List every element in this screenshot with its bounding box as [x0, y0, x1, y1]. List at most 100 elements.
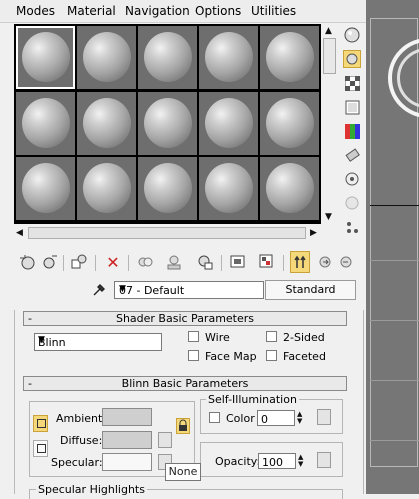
opacity-label: Opacity: [215, 455, 261, 468]
wire-checkbox[interactable] [188, 331, 199, 342]
sample-type-sphere-icon[interactable] [343, 26, 361, 44]
go-to-sibling-icon[interactable] [337, 253, 355, 271]
diffuse-label: Diffuse: [60, 434, 103, 447]
ambient-color-swatch[interactable] [102, 408, 152, 426]
chevron-down-icon[interactable]: ▼ [119, 284, 260, 294]
toolbar-separator [95, 255, 96, 271]
toolbar-separator [221, 255, 222, 271]
shader-basic-rollout-header[interactable]: - Shader Basic Parameters [23, 311, 347, 326]
material-id-channel-icon[interactable] [196, 253, 214, 271]
sample-sphere [144, 97, 192, 148]
put-to-library-icon[interactable] [165, 253, 183, 271]
opacity-spinner-arrows[interactable]: ▲ ▼ [298, 454, 307, 468]
blinn-basic-rollout-header[interactable]: - Blinn Basic Parameters [23, 376, 347, 391]
sample-slot[interactable] [77, 91, 136, 155]
sample-slot[interactable] [77, 26, 136, 89]
menu-utilities[interactable]: Utilities [251, 4, 296, 18]
scroll-left-icon[interactable]: ◀ [16, 228, 23, 238]
sample-sphere [205, 32, 253, 82]
faceted-checkbox[interactable] [266, 350, 277, 361]
material-id-navigator-icon[interactable] [343, 218, 361, 236]
viewport-axis-line [370, 205, 419, 206]
sample-sphere [205, 97, 253, 148]
sample-sphere [83, 32, 131, 82]
sample-slot[interactable] [16, 91, 75, 155]
sample-sphere [144, 163, 192, 213]
sample-slot[interactable] [260, 26, 319, 89]
sample-slot[interactable] [138, 91, 197, 155]
wire-label: Wire [205, 331, 230, 344]
horizontal-scroll-thumb[interactable] [28, 227, 306, 239]
diffuse-map-button[interactable] [158, 432, 172, 448]
get-material-icon[interactable] [18, 253, 36, 271]
backlight-icon[interactable] [343, 50, 361, 68]
chevron-down-icon[interactable]: ▼ [38, 335, 158, 345]
sample-vertical-scrollbar[interactable]: ▲ ▼ [322, 24, 338, 224]
put-to-scene-icon[interactable] [41, 253, 59, 271]
sample-slot-grid [14, 24, 321, 224]
self-illum-spinner[interactable]: 0 [257, 410, 295, 426]
reset-map-icon[interactable]: ✕ [104, 253, 122, 272]
sample-sphere [22, 32, 70, 82]
sample-sphere [266, 163, 314, 213]
scroll-down-icon[interactable]: ▼ [325, 212, 332, 222]
sample-slot[interactable] [16, 157, 75, 220]
menu-modes[interactable]: Modes [16, 4, 55, 18]
blinn-basic-title: Blinn Basic Parameters [121, 377, 249, 390]
pick-material-eyedropper-icon[interactable] [90, 281, 108, 299]
self-illum-color-checkbox[interactable] [209, 412, 220, 423]
make-unique-icon[interactable] [136, 253, 154, 271]
sample-slot[interactable] [138, 157, 197, 220]
self-illumination-title: Self-Illumination [206, 393, 299, 406]
scroll-up-icon[interactable]: ▲ [325, 26, 332, 36]
sample-slot[interactable] [77, 157, 136, 220]
sample-sphere [83, 97, 131, 148]
opacity-value: 100 [262, 456, 283, 469]
sample-slot[interactable] [16, 26, 75, 89]
sample-sphere [205, 163, 253, 213]
opacity-map-button[interactable] [317, 452, 331, 468]
lock-diffuse-specular-icon[interactable] [33, 440, 48, 457]
scroll-right-icon[interactable]: ▶ [310, 228, 317, 238]
toolbar-separator [63, 255, 64, 271]
sample-uv-tiling-icon[interactable] [343, 98, 361, 116]
material-type-button[interactable]: Standard [265, 280, 356, 300]
diffuse-color-swatch[interactable] [102, 431, 152, 449]
vertical-scroll-thumb[interactable] [323, 38, 336, 74]
sample-slot[interactable] [138, 26, 197, 89]
face-map-checkbox[interactable] [188, 350, 199, 361]
sample-slot[interactable] [199, 91, 258, 155]
menu-options[interactable]: Options [195, 4, 241, 18]
video-color-check-icon[interactable] [343, 122, 361, 140]
shader-type-select[interactable]: Blinn ▼ [34, 333, 162, 351]
menu-navigation[interactable]: Navigation [125, 4, 190, 18]
lock-ambient-diffuse-icon[interactable] [33, 415, 48, 432]
show-shaded-in-viewport-icon[interactable] [229, 253, 247, 271]
sample-slot[interactable] [199, 157, 258, 220]
background-checker-icon[interactable] [343, 74, 361, 92]
sample-slot[interactable] [199, 26, 258, 89]
ambient-label: Ambient: [56, 412, 107, 425]
make-preview-icon[interactable] [343, 146, 361, 164]
sample-slot[interactable] [260, 91, 319, 155]
viewport-grid-line [370, 380, 419, 381]
padlock-icon[interactable] [176, 418, 190, 434]
show-end-result-icon[interactable] [258, 253, 276, 271]
go-forward-to-sibling-icon[interactable] [316, 253, 334, 271]
sample-horizontal-scrollbar[interactable]: ◀ ▶ [14, 226, 321, 241]
menu-material[interactable]: Material [67, 4, 116, 18]
select-by-material-icon[interactable] [343, 194, 361, 212]
two-sided-checkbox[interactable] [266, 331, 277, 342]
self-illum-map-button[interactable] [317, 409, 331, 425]
specular-color-swatch[interactable] [102, 453, 152, 471]
sample-slot[interactable] [260, 157, 319, 220]
go-to-parent-icon[interactable] [290, 251, 310, 273]
assign-to-selection-icon[interactable] [70, 253, 88, 271]
options-icon[interactable] [343, 170, 361, 188]
two-sided-label: 2-Sided [283, 331, 325, 344]
toolbar-separator [128, 255, 129, 271]
specular-highlights-title: Specular Highlights [36, 483, 147, 496]
material-name-field[interactable]: 07 - Default ▼ [114, 281, 264, 299]
self-illum-spinner-arrows[interactable]: ▲ ▼ [297, 411, 306, 425]
opacity-spinner[interactable]: 100 [258, 453, 296, 469]
